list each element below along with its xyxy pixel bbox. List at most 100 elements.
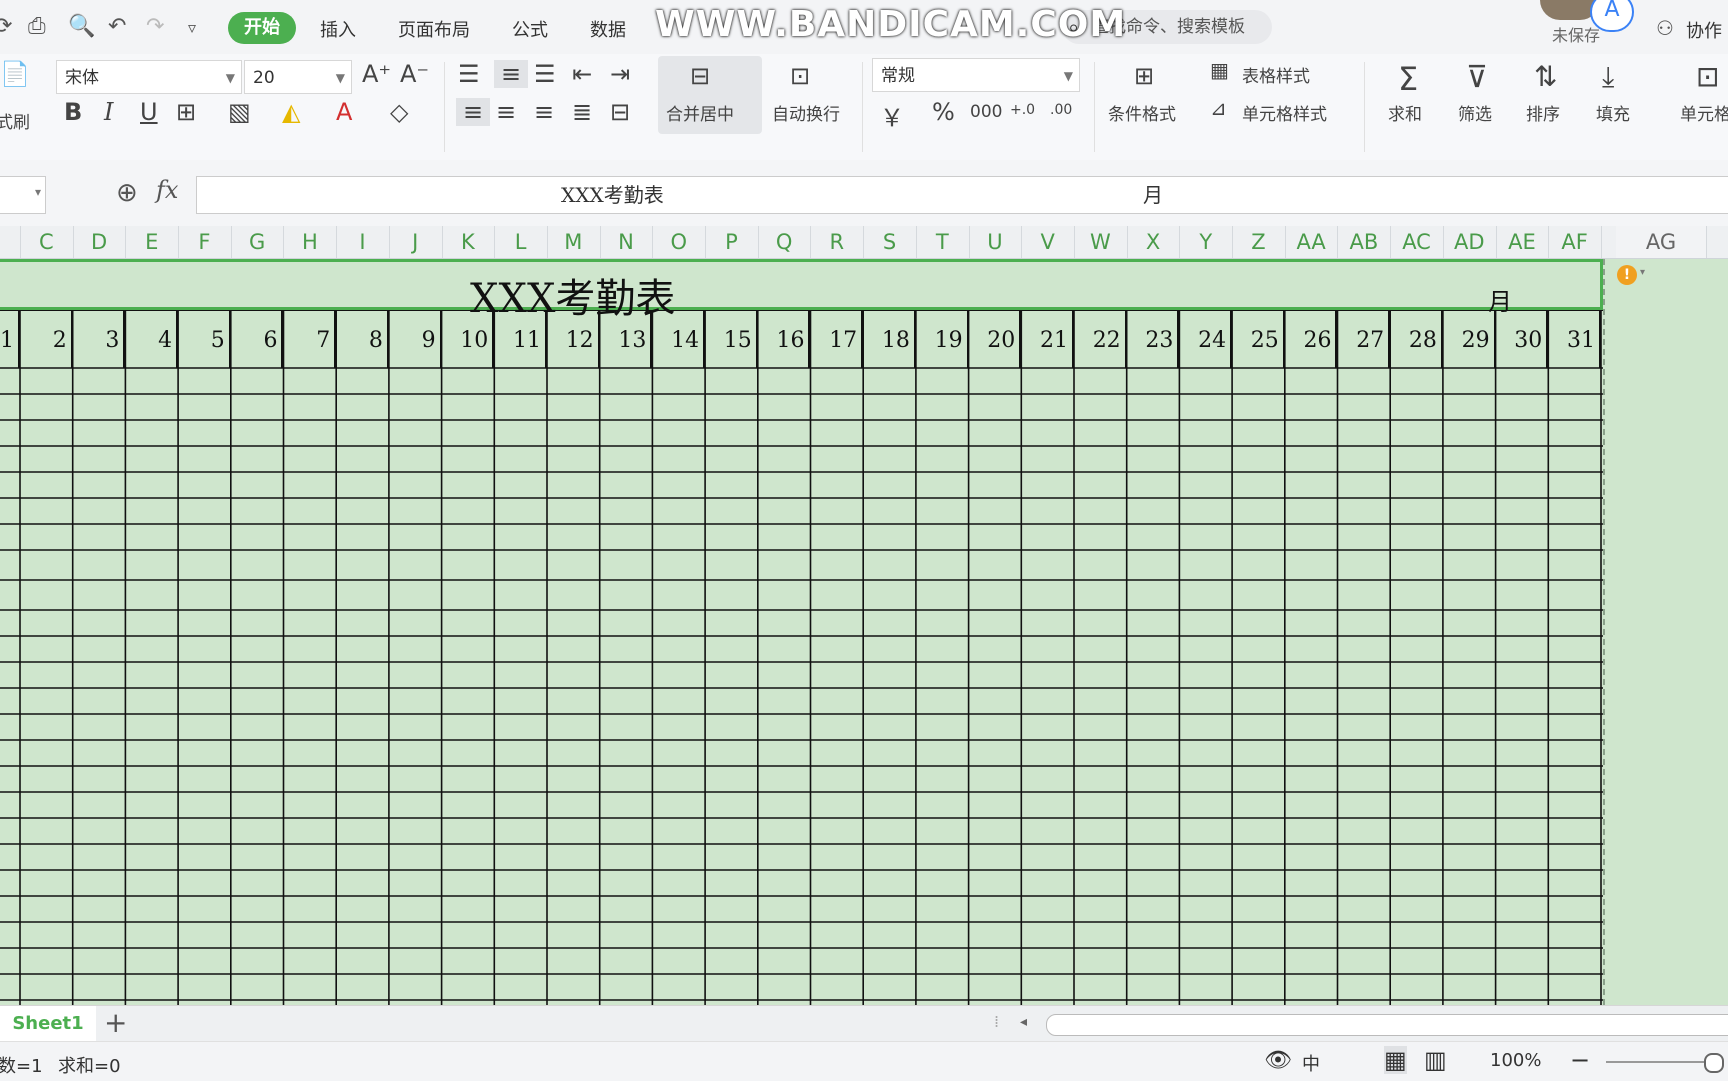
- column-header[interactable]: G: [231, 226, 285, 258]
- sort-icon[interactable]: ⇅: [1534, 60, 1557, 93]
- wrap-text-button[interactable]: 自动换行: [772, 100, 840, 125]
- tab-insert[interactable]: 插入: [320, 16, 356, 42]
- day-header-cell[interactable]: 30: [1496, 310, 1549, 368]
- zoom-out-icon[interactable]: −: [1570, 1046, 1590, 1074]
- day-header-cell[interactable]: 19: [916, 310, 969, 368]
- redo-icon[interactable]: ↷: [146, 14, 164, 39]
- cell-icon[interactable]: ⊡: [1696, 60, 1719, 93]
- title-merged-cell[interactable]: XXX考勤表 月: [0, 259, 1603, 322]
- table-style-button[interactable]: 表格样式: [1242, 62, 1310, 87]
- warning-icon[interactable]: !: [1617, 265, 1637, 285]
- font-size-select[interactable]: 20 ▼: [244, 60, 352, 94]
- formula-input[interactable]: XXX考勤表 月: [196, 176, 1728, 214]
- day-header-cell[interactable]: 10: [442, 310, 495, 368]
- column-header[interactable]: V: [1021, 226, 1075, 258]
- day-header-cell[interactable]: 23: [1127, 310, 1180, 368]
- normal-view-icon[interactable]: ▦: [1384, 1046, 1407, 1074]
- percent-button[interactable]: %: [932, 98, 955, 126]
- undo-icon[interactable]: ↶: [108, 14, 126, 39]
- day-header-cell[interactable]: 2: [20, 310, 73, 368]
- number-format-select[interactable]: 常规 ▼: [872, 58, 1080, 92]
- fx-button[interactable]: fx: [156, 176, 178, 204]
- column-header[interactable]: AC: [1390, 226, 1444, 258]
- tab-page-layout[interactable]: 页面布局: [398, 16, 470, 42]
- font-shrink-icon[interactable]: A⁻: [400, 60, 429, 88]
- day-header-cell[interactable]: 7: [284, 310, 337, 368]
- column-header[interactable]: J: [389, 226, 443, 258]
- page-view-icon[interactable]: ▥: [1424, 1046, 1447, 1074]
- column-header[interactable]: K: [442, 226, 496, 258]
- zoom-slider[interactable]: [1606, 1061, 1716, 1063]
- day-header-cell[interactable]: 13: [600, 310, 653, 368]
- align-right-icon[interactable]: ≡: [534, 98, 554, 126]
- align-bottom-icon[interactable]: ☰: [534, 60, 556, 88]
- tab-data[interactable]: 数据: [590, 16, 626, 42]
- font-name-select[interactable]: 宋体 ▼: [56, 60, 242, 94]
- indent-decrease-icon[interactable]: ⇤: [572, 60, 592, 88]
- sheet-grid[interactable]: XXX考勤表 月 ! ▾ 1 2 3 4 5 6 7 8 9 10 11 12 13 14 15 16 17 18…: [0, 259, 1728, 1005]
- column-header[interactable]: E: [125, 226, 180, 258]
- day-header-cell[interactable]: 17: [811, 310, 864, 368]
- day-header-cell[interactable]: 28: [1390, 310, 1443, 368]
- column-header[interactable]: T: [916, 226, 970, 258]
- sheet-tab-sheet1[interactable]: Sheet1: [0, 1006, 96, 1042]
- day-header-cell[interactable]: 26: [1285, 310, 1338, 368]
- day-header-cell[interactable]: 22: [1074, 310, 1127, 368]
- day-header-cell[interactable]: 12: [547, 310, 600, 368]
- indent-increase-icon[interactable]: ⇥: [610, 60, 630, 88]
- day-header-cell[interactable]: 29: [1443, 310, 1496, 368]
- merge-center-button[interactable]: ⊟ 合并居中: [658, 56, 762, 134]
- add-sheet-button[interactable]: +: [104, 1006, 127, 1040]
- column-header[interactable]: AF: [1548, 226, 1602, 258]
- day-header-cell[interactable]: 27: [1338, 310, 1391, 368]
- column-header[interactable]: AB: [1338, 226, 1392, 258]
- align-middle-icon[interactable]: ≡: [494, 60, 528, 88]
- zoom-level[interactable]: 100%: [1490, 1050, 1541, 1071]
- column-header[interactable]: U: [969, 226, 1023, 258]
- tab-formulas[interactable]: 公式: [512, 16, 548, 42]
- align-left-icon[interactable]: ≡: [456, 98, 490, 126]
- sum-button[interactable]: 求和: [1388, 100, 1422, 125]
- table-style-icon[interactable]: ▦: [1210, 58, 1229, 82]
- decimal-increase-button[interactable]: +.0: [1010, 102, 1035, 118]
- column-header[interactable]: Z: [1232, 226, 1286, 258]
- day-header-cell[interactable]: 14: [652, 310, 706, 368]
- align-top-icon[interactable]: ☰: [458, 60, 480, 88]
- column-header[interactable]: S: [863, 226, 917, 258]
- justify-icon[interactable]: ≣: [572, 98, 592, 126]
- align-center-icon[interactable]: ≡: [496, 98, 516, 126]
- eye-protection-icon[interactable]: 👁: [1264, 1048, 1292, 1073]
- column-header[interactable]: H: [284, 226, 338, 258]
- column-header[interactable]: AA: [1285, 226, 1339, 258]
- column-header[interactable]: M: [547, 226, 601, 258]
- thousands-button[interactable]: 000: [970, 102, 1002, 122]
- column-header[interactable]: L: [494, 226, 548, 258]
- day-grid[interactable]: [0, 310, 1603, 1005]
- chevron-down-icon[interactable]: ▾: [1640, 267, 1645, 278]
- column-header[interactable]: R: [811, 226, 865, 258]
- day-header-cell[interactable]: 6: [231, 310, 284, 368]
- conditional-format-button[interactable]: 条件格式: [1108, 100, 1176, 125]
- column-header-partial[interactable]: [0, 226, 21, 258]
- day-header-cell[interactable]: 9: [389, 310, 442, 368]
- cell-format-icon[interactable]: ▧: [228, 98, 251, 126]
- day-header-cell[interactable]: 15: [705, 310, 758, 368]
- day-header-cell[interactable]: 31: [1548, 310, 1601, 368]
- column-header[interactable]: W: [1074, 226, 1128, 258]
- horizontal-scrollbar[interactable]: [1046, 1014, 1728, 1036]
- scroll-left-icon[interactable]: ◂: [1020, 1014, 1027, 1030]
- day-header-cell[interactable]: 8: [336, 310, 389, 368]
- bold-button[interactable]: B: [64, 98, 82, 126]
- distributed-icon[interactable]: ⊟: [610, 98, 630, 126]
- column-header[interactable]: D: [73, 226, 127, 258]
- collab-icon[interactable]: ⚇: [1656, 16, 1674, 40]
- day-header-cell[interactable]: 1: [0, 310, 20, 368]
- column-header[interactable]: F: [178, 226, 232, 258]
- format-painter-button[interactable]: 式刷: [0, 108, 30, 133]
- day-header-cell[interactable]: 5: [178, 310, 231, 368]
- clear-format-icon[interactable]: ◇: [390, 98, 408, 126]
- cell-style-button[interactable]: 单元格样式: [1242, 100, 1327, 125]
- filter-icon[interactable]: ⊽: [1466, 60, 1488, 95]
- filter-button[interactable]: 筛选: [1458, 100, 1492, 125]
- print-icon[interactable]: ⎙: [28, 14, 46, 39]
